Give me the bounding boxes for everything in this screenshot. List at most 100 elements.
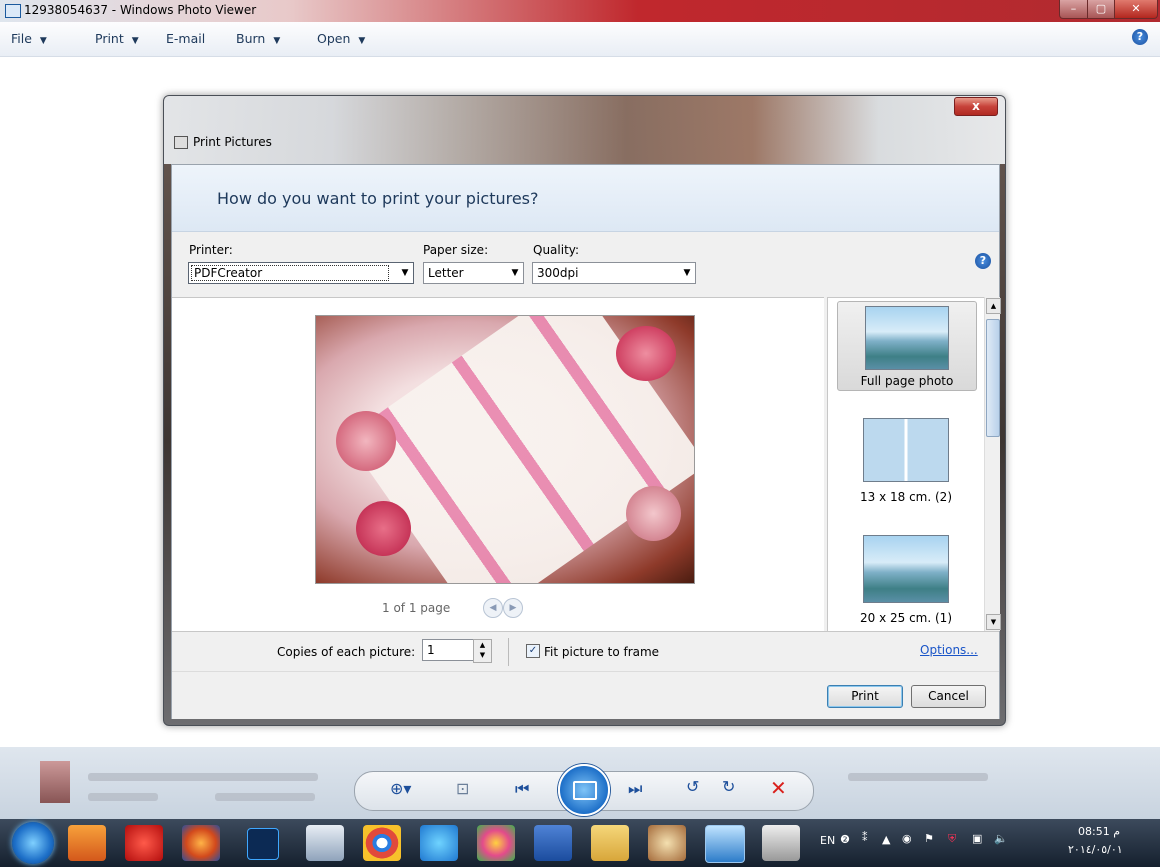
two-photo-thumbnail [863,418,949,482]
button-row: Print Cancel [172,671,999,719]
minimize-button[interactable]: – [1059,0,1088,19]
full-page-thumbnail [865,306,949,370]
scanner-icon[interactable] [762,825,800,861]
rose-decoration [356,501,411,556]
window-title: 12938054637 - Windows Photo Viewer [24,3,257,17]
close-window-button[interactable]: ✕ [1114,0,1158,19]
delete-icon[interactable]: ✕ [770,776,787,800]
paper-size-label: Paper size: [423,243,489,257]
firefox-icon[interactable] [182,825,220,861]
fit-label: Fit picture to frame [544,645,660,659]
chevron-down-icon: ▼ [401,268,409,278]
photo-preview [315,315,695,584]
help-tray-icon[interactable]: ❷ [840,833,850,846]
stepper-arrows-icon[interactable]: ▲ ▼ [473,639,492,663]
copies-label: Copies of each picture: [277,645,416,659]
rotate-left-icon[interactable]: ↺ [686,777,699,796]
layout-full-page-photo[interactable]: Full page photo [837,301,977,391]
previous-icon[interactable]: ⏮ [515,779,529,799]
file-thumbnail [40,761,70,803]
folder-icon[interactable] [591,825,629,861]
menu-file[interactable]: File ▼ [11,31,47,46]
chevron-down-icon: ▼ [683,268,691,278]
layout-list: Full page photo 13 x 18 cm. (2) 20 x 25 … [827,297,999,632]
paper-size-value: Letter [428,266,464,280]
action-center-flag-icon[interactable]: ⚑ [924,832,934,845]
show-hidden-icons-icon[interactable]: ▲ [882,833,890,846]
scroll-up-icon[interactable]: ▲ [986,298,1001,314]
opera-icon[interactable] [125,825,163,861]
copies-row: Copies of each picture: 1 ▲ ▼ ✓ Fit pictu… [172,631,999,672]
copies-value: 1 [427,643,435,657]
print-button[interactable]: Print [827,685,903,708]
printer-value: PDFCreator [191,265,389,281]
window-titlebar: 12938054637 - Windows Photo Viewer – ▢ ✕ [0,0,1160,22]
pinwheel-app-icon[interactable] [477,825,515,861]
help-icon[interactable]: ? [1132,29,1148,45]
photo-viewer-taskbar-icon[interactable] [705,825,745,863]
window-app-icon[interactable] [306,825,344,861]
print-pictures-dialog: x Print Pictures How do you want to prin… [163,95,1006,726]
layout-label: 20 x 25 cm. (1) [860,611,952,625]
media-player-icon[interactable] [68,825,106,861]
rose-decoration [626,486,681,541]
internet-explorer-icon[interactable] [420,825,458,861]
previous-page-button[interactable]: ◀ [483,598,503,618]
layout-13x18[interactable]: 13 x 18 cm. (2) [837,418,975,518]
taskbar: EN ❷ ⁑ ▲ ◉ ⚑ ⛨ ▣ 🔈 08:51 م ٢٠١٤/٠٥/٠١ [0,819,1160,867]
chrome-icon[interactable] [363,825,401,861]
quality-select[interactable]: 300dpi ▼ [532,262,696,284]
maximize-button[interactable]: ▢ [1087,0,1115,19]
scroll-down-icon[interactable]: ▼ [986,614,1001,630]
menu-email[interactable]: E-mail [166,31,205,46]
actual-size-icon[interactable]: ⊡ [456,779,469,798]
cancel-button[interactable]: Cancel [911,685,986,708]
language-indicator[interactable]: EN [820,834,835,847]
scrollbar-thumb[interactable] [986,319,1000,437]
dialog-close-button[interactable]: x [954,97,998,116]
rose-decoration [336,411,396,471]
dialog-title: Print Pictures [193,135,272,149]
quality-value: 300dpi [537,266,579,280]
dialog-question: How do you want to print your pictures? [217,189,539,208]
sync-icon[interactable]: ◉ [902,832,912,845]
rotate-right-icon[interactable]: ↻ [722,777,735,796]
menu-open[interactable]: Open ▼ [317,31,365,46]
layout-label: Full page photo [860,374,954,388]
slideshow-button[interactable] [558,764,610,816]
clock-time[interactable]: 08:51 م [1078,825,1120,838]
chevron-down-icon: ▼ [511,268,519,278]
network-status-icon[interactable]: ▣ [972,832,982,845]
next-page-button[interactable]: ▶ [503,598,523,618]
printer-icon [174,136,188,149]
network-icon[interactable]: ⁑ [862,831,868,844]
dialog-header: How do you want to print your pictures? [172,165,999,232]
layout-20x25[interactable]: 20 x 25 cm. (1) [837,535,975,625]
next-icon[interactable]: ⏭ [628,779,642,799]
photoshop-icon[interactable] [247,828,279,860]
volume-icon[interactable]: 🔈 [994,832,1008,845]
paper-size-select[interactable]: Letter ▼ [423,262,524,284]
copies-stepper[interactable]: 1 ▲ ▼ [422,639,492,663]
clock-date[interactable]: ٢٠١٤/٠٥/٠١ [1068,843,1123,856]
divider [508,638,509,666]
quality-label: Quality: [533,243,580,257]
info-text [848,773,988,781]
fit-checkbox[interactable]: ✓ [526,644,540,658]
options-link[interactable]: Options... [920,643,978,657]
printer-select[interactable]: PDFCreator ▼ [188,262,414,284]
layout-scrollbar[interactable]: ▲ ▼ [984,297,1001,631]
info-text [215,793,315,801]
menu-bar: File ▼ Print ▼ E-mail Burn ▼ Open ▼ ? [0,22,1160,57]
slideshow-icon [573,781,597,800]
word-icon[interactable] [534,825,572,861]
security-shield-icon[interactable]: ⛨ [948,832,956,846]
paint-icon[interactable] [648,825,686,861]
menu-print[interactable]: Print ▼ [95,31,139,46]
dialog-help-icon[interactable]: ? [975,253,991,269]
zoom-icon[interactable]: ⊕▾ [390,779,411,798]
photo-viewer-app-icon [5,4,21,18]
print-preview-pane: 1 of 1 page ◀ ▶ [172,297,824,632]
menu-burn[interactable]: Burn ▼ [236,31,280,46]
start-button[interactable] [12,822,54,864]
